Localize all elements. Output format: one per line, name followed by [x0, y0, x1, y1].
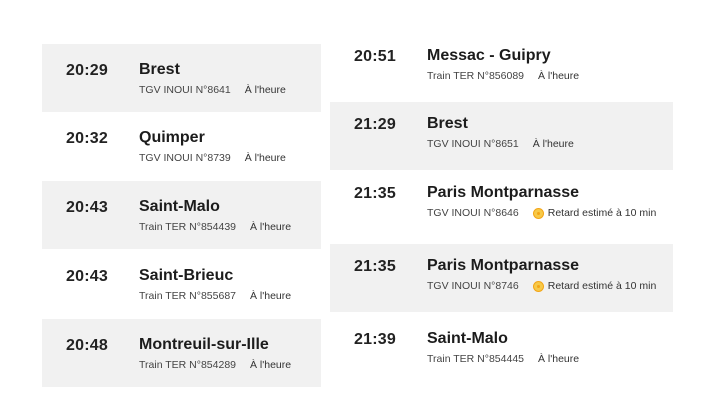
status-text: À l'heure [538, 353, 579, 365]
train-number: Train TER N°854439 [139, 221, 236, 233]
destination-name: Brest [139, 61, 180, 78]
train-info: TGV INOUI N°8651 À l'heure [427, 138, 574, 150]
status-text: À l'heure [250, 221, 291, 233]
status-text: Retard estimé à 10 min [532, 280, 657, 292]
train-number: Train TER N°854445 [427, 353, 524, 365]
train-info: TGV INOUI N°8739 À l'heure [139, 152, 286, 164]
destination-name: Messac - Guipry [427, 47, 551, 64]
departure-row[interactable]: 20:29 Brest TGV INOUI N°8641 À l'heure [42, 44, 321, 112]
departure-time: 21:35 [354, 185, 396, 202]
train-number: TGV INOUI N°8746 [427, 280, 519, 292]
departure-time: 21:29 [354, 116, 396, 133]
departure-row[interactable]: 20:43 Saint-Brieuc Train TER N°855687 À … [42, 250, 321, 318]
destination-name: Paris Montparnasse [427, 184, 580, 201]
departure-time: 21:35 [354, 258, 396, 275]
delay-warning-icon [532, 280, 544, 292]
destination-name: Montreuil-sur-Ille [139, 336, 269, 353]
delay-warning-icon [532, 207, 544, 219]
status-label: À l'heure [250, 359, 292, 371]
train-info: Train TER N°854439 À l'heure [139, 221, 291, 233]
departure-time: 20:32 [66, 130, 108, 147]
status-label: À l'heure [538, 70, 580, 82]
train-number: Train TER N°856089 [427, 70, 524, 82]
destination-name: Paris Montparnasse [427, 257, 580, 274]
train-info: Train TER N°854445 À l'heure [427, 353, 579, 365]
destination-name: Quimper [139, 129, 205, 146]
destination-name: Saint-Brieuc [139, 267, 234, 284]
departure-row[interactable]: 20:43 Saint-Malo Train TER N°854439 À l'… [42, 181, 321, 249]
status-text: À l'heure [245, 84, 286, 96]
status-text: À l'heure [245, 152, 286, 164]
status-text: À l'heure [538, 70, 579, 82]
status-label: À l'heure [538, 353, 580, 365]
status-label: À l'heure [244, 84, 286, 96]
status-text: À l'heure [250, 359, 291, 371]
departure-time: 20:29 [66, 62, 108, 79]
train-info: Train TER N°856089 À l'heure [427, 70, 579, 82]
departure-row[interactable]: 21:35 Paris Montparnasse TGV INOUI N°874… [330, 244, 673, 312]
status-text: À l'heure [250, 290, 291, 302]
departure-row[interactable]: 20:48 Montreuil-sur-Ille Train TER N°854… [42, 319, 321, 387]
departure-time: 20:48 [66, 337, 108, 354]
train-number: TGV INOUI N°8641 [139, 84, 231, 96]
status-text: À l'heure [533, 138, 574, 150]
train-info: TGV INOUI N°8641 À l'heure [139, 84, 286, 96]
train-number: TGV INOUI N°8739 [139, 152, 231, 164]
train-info: Train TER N°855687 À l'heure [139, 290, 291, 302]
status-label: Retard estimé à 10 min [547, 207, 657, 219]
status-label: À l'heure [250, 221, 292, 233]
train-number: TGV INOUI N°8646 [427, 207, 519, 219]
departure-row[interactable]: 21:35 Paris Montparnasse TGV INOUI N°864… [330, 171, 673, 239]
departure-time: 21:39 [354, 331, 396, 348]
train-number: TGV INOUI N°8651 [427, 138, 519, 150]
train-number: Train TER N°854289 [139, 359, 236, 371]
departure-row[interactable]: 21:39 Saint-Malo Train TER N°854445 À l'… [330, 317, 673, 385]
train-info: Train TER N°854289 À l'heure [139, 359, 291, 371]
status-label: À l'heure [250, 290, 292, 302]
departure-time: 20:43 [66, 268, 108, 285]
status-text: Retard estimé à 10 min [532, 207, 657, 219]
train-info: TGV INOUI N°8646 Retard estimé à 10 min [427, 207, 656, 219]
destination-name: Brest [427, 115, 468, 132]
destination-name: Saint-Malo [427, 330, 508, 347]
status-label: À l'heure [244, 152, 286, 164]
departure-time: 20:43 [66, 199, 108, 216]
status-label: Retard estimé à 10 min [547, 280, 657, 292]
status-label: À l'heure [532, 138, 574, 150]
train-info: TGV INOUI N°8746 Retard estimé à 10 min [427, 280, 656, 292]
departure-row[interactable]: 21:29 Brest TGV INOUI N°8651 À l'heure [330, 102, 673, 170]
train-number: Train TER N°855687 [139, 290, 236, 302]
destination-name: Saint-Malo [139, 198, 220, 215]
departure-row[interactable]: 20:32 Quimper TGV INOUI N°8739 À l'heure [42, 112, 321, 180]
departure-row[interactable]: 20:51 Messac - Guipry Train TER N°856089… [330, 34, 673, 102]
departure-time: 20:51 [354, 48, 396, 65]
